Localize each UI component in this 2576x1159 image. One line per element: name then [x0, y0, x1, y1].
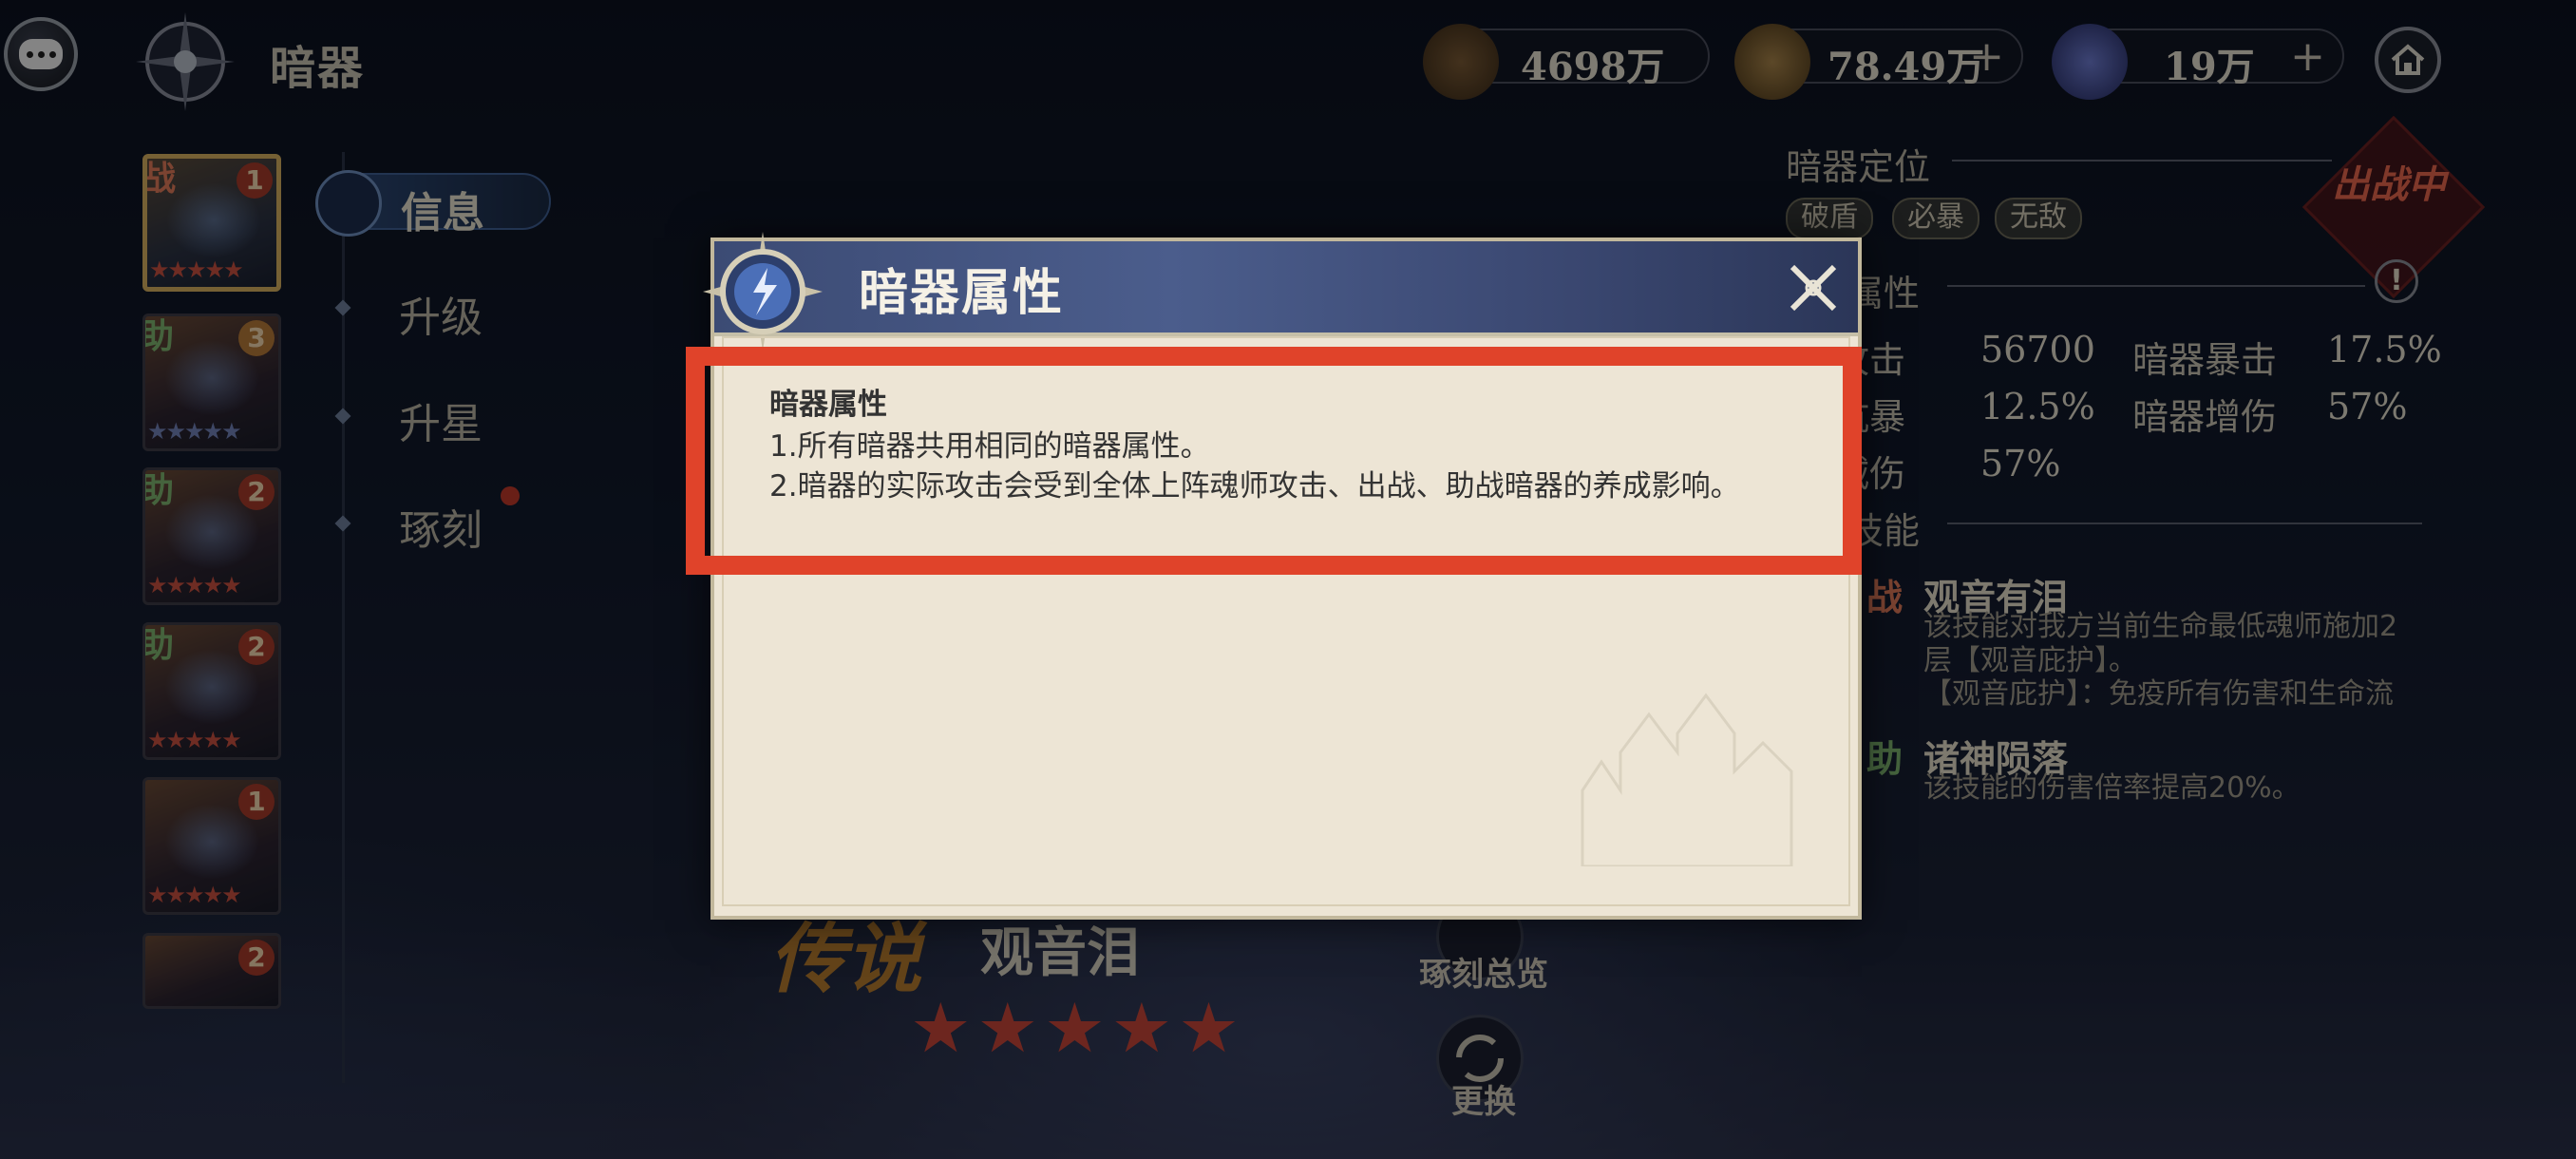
dialog-header: 暗器属性: [703, 232, 1858, 352]
dialog-emblem-icon: [703, 232, 823, 352]
attr-rule-1: 1.所有暗器共用相同的暗器属性。: [769, 429, 1210, 464]
attribute-dialog: 暗器属性: [703, 232, 1862, 920]
attr-heading: 暗器属性: [769, 388, 887, 422]
castle-watermark-icon: [1581, 693, 1793, 866]
attr-rule-2: 2.暗器的实际攻击会受到全体上阵魂师攻击、出战、助战暗器的养成影响。: [769, 469, 1740, 504]
close-icon[interactable]: [1783, 257, 1844, 318]
dialog-title: 暗器属性: [859, 265, 1065, 322]
